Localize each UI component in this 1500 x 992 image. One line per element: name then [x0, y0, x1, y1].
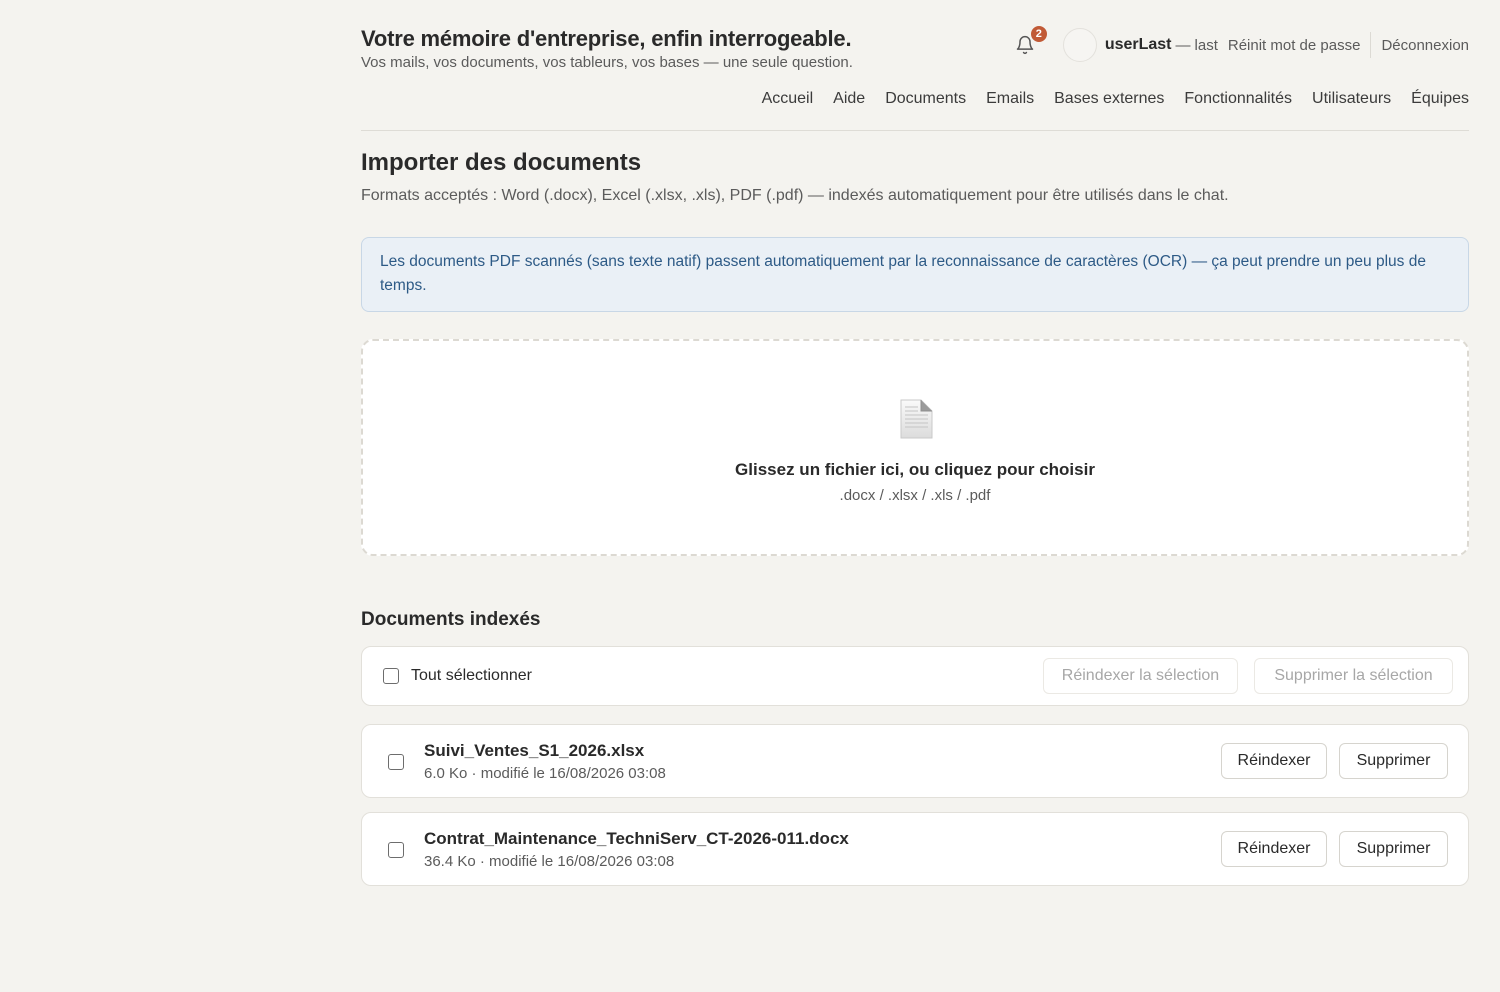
dropzone-formats: .docx / .xlsx / .xls / .pdf [839, 487, 991, 504]
notifications-button[interactable]: 2 [1013, 24, 1049, 57]
list-item: Suivi_Ventes_S1_2026.xlsx 6.0 Ko · modif… [361, 724, 1469, 798]
user-role: last [1194, 36, 1218, 54]
reindex-selection-button[interactable]: Réindexer la sélection [1043, 658, 1238, 694]
document-checkbox[interactable] [388, 842, 404, 858]
documents-list-title: Documents indexés [361, 609, 541, 630]
nav-item-aide[interactable]: Aide [833, 90, 865, 108]
ocr-info-banner: Les documents PDF scannés (sans texte na… [361, 237, 1469, 312]
select-all-label[interactable]: Tout sélectionner [411, 667, 532, 685]
page-description: Formats acceptés : Word (.docx), Excel (… [361, 187, 1229, 204]
delete-selection-button[interactable]: Supprimer la sélection [1254, 658, 1453, 694]
nav-item-equipes[interactable]: Équipes [1411, 90, 1469, 108]
app-title: Votre mémoire d'entreprise, enfin interr… [361, 26, 852, 51]
delete-button[interactable]: Supprimer [1339, 831, 1448, 867]
select-all-checkbox[interactable] [383, 668, 399, 684]
document-checkbox[interactable] [388, 754, 404, 770]
main-nav: Accueil Aide Documents Emails Bases exte… [762, 90, 1469, 108]
app-header: Votre mémoire d'entreprise, enfin interr… [361, 0, 1469, 128]
app-subtitle: Vos mails, vos documents, vos tableurs, … [361, 54, 853, 71]
notification-badge: 2 [1028, 24, 1049, 44]
reindex-button[interactable]: Réindexer [1221, 831, 1327, 867]
document-name: Contrat_Maintenance_TechniServ_CT-2026-0… [424, 829, 849, 848]
delete-button[interactable]: Supprimer [1339, 743, 1448, 779]
file-dropzone[interactable]: Glissez un fichier ici, ou cliquez pour … [361, 339, 1469, 556]
nav-item-accueil[interactable]: Accueil [762, 90, 814, 108]
bulk-actions-bar: Tout sélectionner Réindexer la sélection… [361, 646, 1469, 706]
list-item: Contrat_Maintenance_TechniServ_CT-2026-0… [361, 812, 1469, 886]
document-icon [900, 399, 933, 439]
divider [1370, 32, 1372, 58]
page-title: Importer des documents [361, 149, 642, 176]
reset-password-link[interactable]: Réinit mot de passe [1228, 37, 1361, 54]
nav-item-emails[interactable]: Emails [986, 90, 1034, 108]
document-meta: 36.4 Ko · modifié le 16/08/2026 03:08 [424, 853, 675, 870]
document-meta: 6.0 Ko · modifié le 16/08/2026 03:08 [424, 765, 666, 782]
username-dash: — [1175, 36, 1191, 54]
user-bar: 2 userLast — last Réinit mot de passe Dé… [1013, 24, 1469, 62]
nav-item-utilisateurs[interactable]: Utilisateurs [1312, 90, 1391, 108]
nav-item-bases-externes[interactable]: Bases externes [1054, 90, 1164, 108]
nav-item-documents[interactable]: Documents [885, 90, 966, 108]
username: userLast [1104, 36, 1172, 53]
document-name: Suivi_Ventes_S1_2026.xlsx [424, 741, 645, 760]
avatar[interactable] [1062, 28, 1097, 62]
logout-link[interactable]: Déconnexion [1381, 37, 1469, 54]
dropzone-title: Glissez un fichier ici, ou cliquez pour … [735, 460, 1095, 479]
page: Votre mémoire d'entreprise, enfin interr… [361, 0, 1469, 886]
nav-item-fonctionnalites[interactable]: Fonctionnalités [1184, 90, 1292, 108]
header-divider [361, 130, 1469, 131]
reindex-button[interactable]: Réindexer [1221, 743, 1327, 779]
